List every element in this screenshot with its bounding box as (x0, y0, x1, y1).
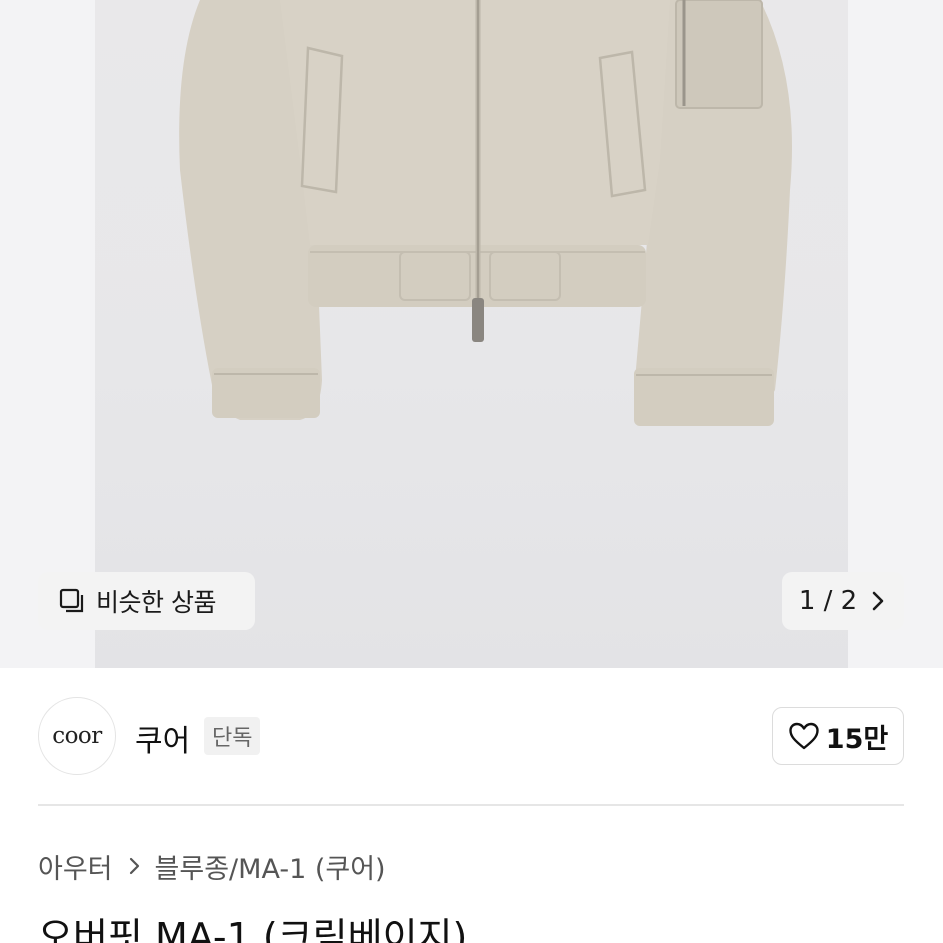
brand-logo[interactable]: coor (38, 697, 116, 775)
chevron-right-icon (872, 591, 884, 611)
image-pager[interactable]: 1 / 2 (782, 572, 904, 630)
product-title: 오버핏 MA-1 (크림베이지) (38, 915, 468, 943)
image-pager-text: 1 / 2 (798, 586, 858, 616)
section-divider (38, 804, 904, 806)
exclusive-badge: 단독 (204, 717, 261, 755)
breadcrumb: 아우터 블루종/MA-1 (쿠어) (38, 846, 386, 886)
chevron-right-icon (129, 857, 139, 875)
brand-row: coor 쿠어 단독 15만 (38, 697, 904, 775)
like-count: 15만 (825, 723, 889, 755)
heart-outline-icon (789, 722, 819, 750)
similar-products-button[interactable]: 비슷한 상품 (38, 572, 255, 630)
like-button[interactable]: 15만 (772, 707, 904, 765)
breadcrumb-item-outer[interactable]: 아우터 (38, 847, 113, 886)
brand-name[interactable]: 쿠어 (135, 716, 190, 760)
brand-logo-text: coor (52, 723, 102, 749)
product-image-area[interactable]: 비슷한 상품 1 / 2 (0, 0, 943, 668)
similar-products-icon (59, 588, 84, 613)
breadcrumb-item-category[interactable]: 블루종/MA-1 (쿠어) (155, 847, 386, 886)
similar-products-label: 비슷한 상품 (96, 588, 216, 617)
jacket-product-photo (179, 0, 792, 426)
